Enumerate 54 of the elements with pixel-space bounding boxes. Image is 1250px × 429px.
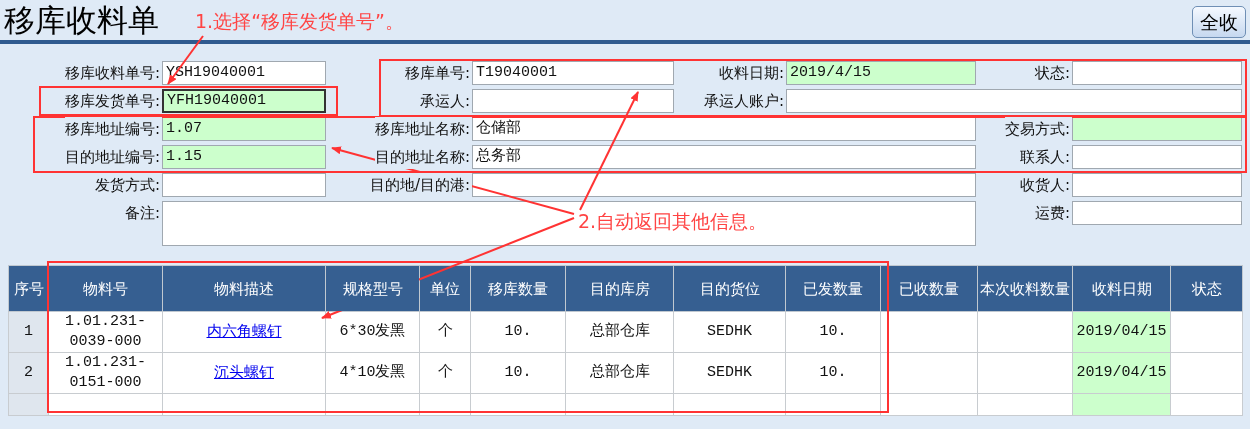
column-header: 单位 <box>419 265 471 312</box>
column-header: 移库数量 <box>470 265 566 312</box>
input-field[interactable] <box>1072 145 1242 169</box>
input-field[interactable]: 2019/4/15 <box>786 61 976 85</box>
cell-text: 1.01.231-0151-000 <box>65 354 146 391</box>
page-title: 移库收料单 <box>4 1 159 39</box>
cell-text: SEDHK <box>707 364 752 381</box>
cell-text: 1.01.231-0039-000 <box>65 313 146 350</box>
column-header: 规格型号 <box>325 265 420 312</box>
input-field[interactable]: YFH19040001 <box>162 89 326 113</box>
column-header: 已发数量 <box>785 265 881 312</box>
column-header: 已收数量 <box>880 265 978 312</box>
material-link[interactable]: 内六角螺钉 <box>206 322 282 340</box>
column-header: 状态 <box>1170 265 1243 312</box>
column-header: 物料描述 <box>162 265 326 312</box>
input-field[interactable]: T19040001 <box>472 61 674 85</box>
input-field[interactable] <box>1072 117 1242 141</box>
column-header: 收料日期 <box>1072 265 1171 312</box>
input-field[interactable]: 1.15 <box>162 145 326 169</box>
input-field[interactable] <box>472 89 674 113</box>
cell-text: 总部仓库 <box>589 323 650 340</box>
input-field[interactable] <box>472 173 976 197</box>
annotation-note: 1.选择“移库发货单号”。 <box>195 9 404 34</box>
annotation-note: 2.自动返回其他信息。 <box>578 209 768 234</box>
input-field[interactable] <box>786 89 1242 113</box>
input-field[interactable]: 仓储部 <box>472 117 976 141</box>
column-header: 序号 <box>8 265 49 312</box>
input-field[interactable]: 1.07 <box>162 117 326 141</box>
cell-text: 4*10发黑 <box>339 364 406 381</box>
remark-field[interactable] <box>162 201 976 246</box>
cell-text: 2019/04/15 <box>1076 323 1167 340</box>
cell-text: 2 <box>24 364 33 381</box>
cell-text: SEDHK <box>707 323 752 340</box>
column-header: 物料号 <box>48 265 163 312</box>
column-header: 目的货位 <box>673 265 786 312</box>
cell-text: 6*30发黑 <box>339 323 406 340</box>
input-field[interactable] <box>1072 173 1242 197</box>
cell-text: 10. <box>819 323 847 340</box>
cell-text: 总部仓库 <box>589 364 650 381</box>
input-field[interactable]: 总务部 <box>472 145 976 169</box>
cell-text: 10. <box>819 364 847 381</box>
column-header: 本次收料数量 <box>977 265 1073 312</box>
cell-text: 10. <box>504 323 532 340</box>
column-header: 目的库房 <box>565 265 674 312</box>
input-field[interactable] <box>1072 201 1242 225</box>
cell-text: 个 <box>437 323 453 340</box>
receive-all-button[interactable]: 全收 <box>1192 6 1246 38</box>
cell-text: 1 <box>24 323 33 340</box>
cell-text: 10. <box>504 364 532 381</box>
input-field[interactable] <box>1072 61 1242 85</box>
material-link[interactable]: 沉头螺钉 <box>214 363 274 381</box>
cell-text: 2019/04/15 <box>1076 364 1167 381</box>
cell-text: 个 <box>437 364 453 381</box>
input-field[interactable] <box>162 173 326 197</box>
